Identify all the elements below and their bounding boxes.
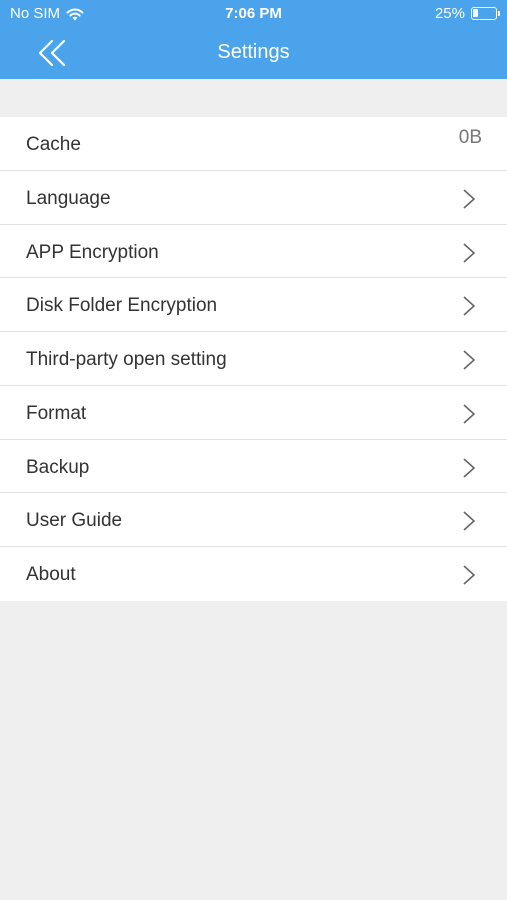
settings-item-label: Language bbox=[26, 187, 111, 209]
settings-item-app-encryption[interactable]: APP Encryption bbox=[0, 225, 507, 279]
settings-item-user-guide[interactable]: User Guide bbox=[0, 493, 507, 547]
battery-icon bbox=[471, 7, 500, 20]
page-title: Settings bbox=[217, 41, 290, 63]
battery-percent: 25% bbox=[434, 5, 465, 22]
status-right: 25% bbox=[434, 5, 500, 22]
chevron-right-icon bbox=[463, 457, 476, 478]
chevron-right-icon bbox=[463, 350, 476, 370]
settings-item-label: Cache bbox=[26, 134, 81, 155]
settings-item-language[interactable]: Language bbox=[0, 171, 507, 225]
status-time: 7:06 PM bbox=[225, 5, 282, 22]
settings-item-cache[interactable]: Cache 0B bbox=[0, 117, 507, 171]
nav-bar: Settings bbox=[0, 28, 507, 79]
settings-item-disk-folder-encryption[interactable]: Disk Folder Encryption bbox=[0, 278, 507, 332]
chevron-right-icon bbox=[463, 242, 476, 263]
settings-item-label: Backup bbox=[26, 456, 90, 478]
chevron-right-icon bbox=[463, 404, 476, 424]
app-header: No SIM 7:06 PM 25% Settings bbox=[0, 0, 507, 79]
cache-size-value: 0B bbox=[458, 127, 482, 148]
settings-item-backup[interactable]: Backup bbox=[0, 440, 507, 494]
settings-item-label: About bbox=[26, 564, 76, 585]
settings-item-label: Format bbox=[26, 402, 87, 424]
settings-list: Cache 0B Language APP Encryption Disk Fo… bbox=[0, 117, 507, 601]
settings-item-label: APP Encryption bbox=[26, 241, 159, 263]
settings-item-label: User Guide bbox=[26, 510, 123, 532]
settings-item-about[interactable]: About bbox=[0, 547, 507, 601]
chevron-right-icon bbox=[463, 565, 476, 585]
battery-level bbox=[473, 9, 479, 17]
settings-item-label: Third-party open setting bbox=[26, 349, 227, 370]
chevron-right-icon bbox=[463, 511, 476, 531]
settings-item-third-party[interactable]: Third-party open setting bbox=[0, 332, 507, 386]
chevron-right-icon bbox=[463, 189, 476, 209]
settings-item-label: Disk Folder Encryption bbox=[26, 295, 218, 317]
settings-item-format[interactable]: Format bbox=[0, 386, 507, 440]
chevron-right-icon bbox=[463, 296, 476, 316]
status-bar: No SIM 7:06 PM 25% bbox=[0, 0, 507, 28]
